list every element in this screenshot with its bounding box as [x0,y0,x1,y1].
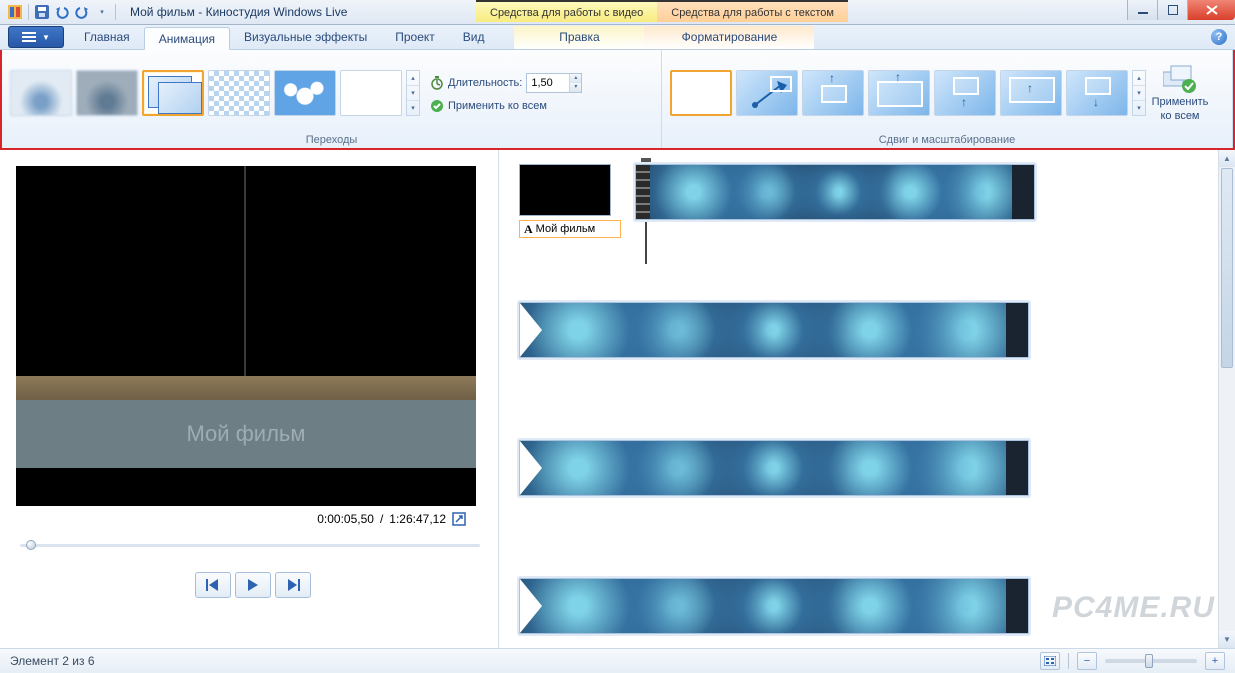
panzoom-gallery-more[interactable]: ▴▾▾ [1132,70,1146,116]
transition-thumb-6[interactable] [340,70,402,116]
gallery-more-button[interactable]: ▴▾▾ [406,70,420,116]
zoom-out-button[interactable]: − [1077,652,1097,670]
redo-icon[interactable] [73,3,91,21]
qat-dropdown-icon[interactable]: ▾ [93,3,111,21]
transition-thumb-4[interactable] [208,70,270,116]
preview-title-overlay: Мой фильм [186,421,305,447]
tab-animation[interactable]: Анимация [144,27,230,50]
panzoom-thumb-auto[interactable] [736,70,798,116]
timeline-pane: AМой фильм ▲▼ [498,150,1235,648]
duration-icon [430,76,444,90]
transition-thumb-1[interactable] [10,70,72,116]
panzoom-thumb-5[interactable]: ↑ [934,70,996,116]
help-icon[interactable]: ? [1211,29,1227,45]
group-transitions: ▴▾▾ Длительность: ▴▾ Применить ко всем П… [2,50,662,148]
apply-all-transitions[interactable]: Применить ко всем [430,99,582,113]
file-menu-button[interactable]: ▼ [8,26,64,48]
panzoom-gallery: ↑ ↑ ↑ ↑ ↓ ▴▾▾ [670,70,1146,116]
transition-thumb-2[interactable] [76,70,138,116]
next-frame-button[interactable] [275,572,311,598]
undo-icon[interactable] [53,3,71,21]
transition-options: Длительность: ▴▾ Применить ко всем [426,73,582,113]
tab-project[interactable]: Проект [381,26,449,49]
apply-all-label: Применить ко всем [448,100,547,112]
minimize-button[interactable] [1127,0,1157,20]
status-item-count: Элемент 2 из 6 [10,654,95,668]
time-display: 0:00:05,50/ 1:26:47,12 [16,506,490,526]
clip-title-black[interactable] [519,164,611,216]
text-caption-label: Мой фильм [536,223,596,235]
transition-thumb-5[interactable] [274,70,336,116]
panzoom-thumb-7[interactable]: ↓ [1066,70,1128,116]
ribbon-tabstrip: ▼ Главная Анимация Визуальные эффекты Пр… [0,25,1235,50]
prev-frame-button[interactable] [195,572,231,598]
tab-home[interactable]: Главная [70,26,144,49]
duration-spinner[interactable]: ▴▾ [569,74,581,92]
zoom-in-button[interactable]: + [1205,652,1225,670]
apply-all-icon [430,99,444,113]
tab-format[interactable]: Форматирование [644,26,814,49]
apply-all-panzoom-l1: Применить [1152,96,1209,108]
context-tab-group: Средства для работы с видео Средства для… [476,0,848,25]
transitions-gallery: ▴▾▾ [10,70,420,116]
apply-all-panzoom-icon [1163,64,1197,94]
context-tab-text[interactable]: Средства для работы с текстом [657,0,848,22]
quick-access-toolbar: ▾ [0,3,124,21]
titlebar: ▾ Мой фильм - Киностудия Windows Live Ср… [0,0,1235,25]
playback-controls [16,572,490,598]
window-controls [1127,0,1235,20]
total-time: 1:26:47,12 [389,512,446,526]
panzoom-thumb-3[interactable]: ↑ [802,70,864,116]
clip-row-2[interactable] [519,302,1029,358]
duration-label: Длительность: [448,77,522,89]
apply-all-panzoom-button[interactable]: Применить ко всем [1152,64,1208,122]
transition-thumb-3-selected[interactable] [142,70,204,116]
clip-row-3[interactable] [519,440,1029,496]
app-icon [6,3,24,21]
view-thumbnails-icon[interactable] [1040,652,1060,670]
tab-edit[interactable]: Правка [514,26,644,49]
apply-all-panzoom-l2: ко всем [1160,110,1199,122]
tab-visual-effects[interactable]: Визуальные эффекты [230,26,381,49]
panzoom-thumb-4[interactable]: ↑ [868,70,930,116]
group-panzoom-label: Сдвиг и масштабирование [670,132,1224,146]
clip-row-1[interactable] [635,164,1035,220]
statusbar: Элемент 2 из 6 − + [0,648,1235,673]
maximize-button[interactable] [1157,0,1187,20]
vertical-scrollbar[interactable]: ▲▼ [1218,150,1235,648]
watermark: PC4ME.RU [1052,591,1215,625]
clip-row-4[interactable] [519,578,1029,634]
group-panzoom: ↑ ↑ ↑ ↑ ↓ ▴▾▾ Применить ко всем Сдвиг и … [662,50,1233,148]
preview-pane: Мой фильм 0:00:05,50/ 1:26:47,12 [0,150,498,648]
preview-monitor: Мой фильм [16,166,476,506]
group-transitions-label: Переходы [10,132,653,146]
seek-bar[interactable] [20,540,480,550]
ribbon-panel: ▴▾▾ Длительность: ▴▾ Применить ко всем П… [0,50,1235,150]
current-time: 0:00:05,50 [317,512,374,526]
window-title: Мой фильм - Киностудия Windows Live [124,5,347,19]
text-caption-chip[interactable]: AМой фильм [519,220,621,238]
close-button[interactable] [1187,0,1235,20]
panzoom-thumb-6[interactable]: ↑ [1000,70,1062,116]
tab-view[interactable]: Вид [449,26,499,49]
fullscreen-icon[interactable] [452,512,466,526]
save-icon[interactable] [33,3,51,21]
main-area: Мой фильм 0:00:05,50/ 1:26:47,12 AМой фи… [0,150,1235,648]
zoom-slider[interactable] [1105,659,1197,663]
timeline-content[interactable]: AМой фильм [519,164,1215,634]
context-tab-video[interactable]: Средства для работы с видео [476,0,657,22]
play-button[interactable] [235,572,271,598]
panzoom-thumb-none[interactable] [670,70,732,116]
